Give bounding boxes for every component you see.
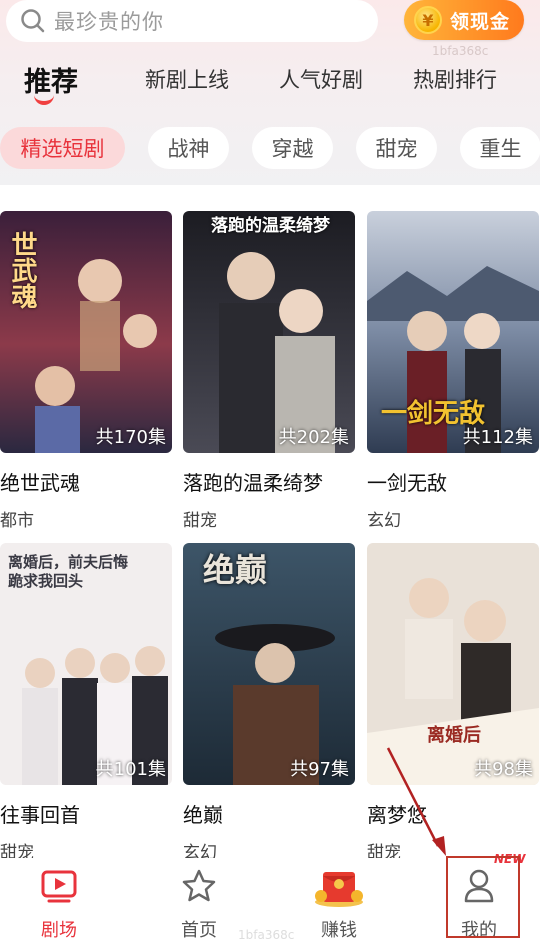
drama-card[interactable]: 离婚后，前夫后悔跪求我回头 共101集 往事回首 甜宠 <box>0 543 172 863</box>
get-cash-button[interactable]: ¥ 领现金 <box>404 0 524 40</box>
category-tabs: 推荐 新剧上线 人气好剧 热剧排行 <box>0 60 540 100</box>
chip-featured[interactable]: 精选短剧 <box>0 127 125 169</box>
red-envelope-icon <box>315 872 363 907</box>
annotation-arrow <box>386 747 446 856</box>
drama-title[interactable]: 落跑的温柔绮梦 <box>183 467 355 496</box>
drama-title[interactable]: 往事回首 <box>0 799 172 828</box>
tab-new-releases[interactable]: 新剧上线 <box>145 64 229 94</box>
drama-card[interactable]: 世武魂 共170集 绝世武魂 都市 <box>0 211 172 531</box>
star-icon <box>182 869 216 902</box>
nav-theater-label: 剧场 <box>41 920 77 941</box>
watermark-id-bottom: 1bfa368c <box>238 928 295 942</box>
drama-genre: 玄幻 <box>367 511 401 531</box>
episode-count: 共112集 <box>462 427 533 448</box>
drama-poster[interactable]: 离婚后，前夫后悔跪求我回头 共101集 <box>0 543 172 785</box>
tab-ranking[interactable]: 热剧排行 <box>413 64 497 94</box>
chip-war-god[interactable]: 战神 <box>148 127 229 169</box>
drama-poster[interactable]: 落跑的温柔绮梦 共202集 <box>183 211 355 453</box>
tab-popular[interactable]: 人气好剧 <box>279 64 363 94</box>
chip-rebirth[interactable]: 重生 <box>460 127 540 169</box>
poster-title-art: 绝巅 <box>203 551 268 589</box>
episode-count: 共202集 <box>278 427 349 448</box>
drama-poster[interactable]: 世武魂 共170集 <box>0 211 172 453</box>
get-cash-label: 领现金 <box>450 10 511 33</box>
drama-poster[interactable]: 绝巅 共97集 <box>183 543 355 785</box>
search-icon <box>21 9 45 33</box>
chip-sweet-romance[interactable]: 甜宠 <box>356 127 437 169</box>
drama-title[interactable]: 一剑无敌 <box>367 467 539 496</box>
search-bar[interactable]: 最珍贵的你 <box>6 0 378 42</box>
drama-card[interactable]: 一剑无敌 共112集 一剑无敌 玄幻 <box>367 211 539 531</box>
search-placeholder: 最珍贵的你 <box>54 10 164 34</box>
tv-play-icon <box>41 870 77 903</box>
episode-count: 共101集 <box>95 759 166 780</box>
episode-count: 共98集 <box>474 759 533 780</box>
drama-genre: 甜宠 <box>183 511 217 531</box>
drama-card[interactable]: 绝巅 共97集 绝巅 玄幻 <box>183 543 355 863</box>
watermark-id: 1bfa368c <box>432 44 489 58</box>
poster-artwork <box>183 211 355 453</box>
chip-time-travel[interactable]: 穿越 <box>252 127 333 169</box>
drama-genre: 都市 <box>0 511 34 531</box>
episode-count: 共170集 <box>95 427 166 448</box>
poster-title-art: 落跑的温柔绮梦 <box>211 216 330 236</box>
drama-poster[interactable]: 一剑无敌 共112集 <box>367 211 539 453</box>
drama-card[interactable]: 落跑的温柔绮梦 共202集 落跑的温柔绮梦 甜宠 <box>183 211 355 531</box>
coin-icon: ¥ <box>414 6 442 34</box>
poster-title-art: 离婚后，前夫后悔跪求我回头 <box>8 553 129 590</box>
poster-title-art: 世武魂 <box>7 231 37 309</box>
episode-count: 共97集 <box>290 759 349 780</box>
annotation-highlight-box <box>446 856 520 938</box>
drama-title[interactable]: 绝世武魂 <box>0 467 172 496</box>
nav-earn-label: 赚钱 <box>321 920 357 941</box>
drama-title[interactable]: 绝巅 <box>183 799 355 828</box>
